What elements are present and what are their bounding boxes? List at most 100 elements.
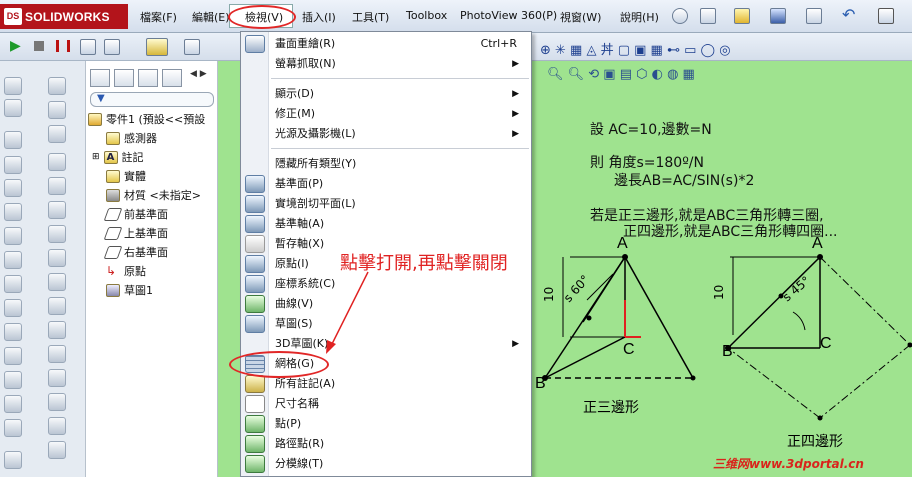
feature-tool-icon[interactable] (4, 99, 22, 117)
menu-item-lights-cameras[interactable]: 光源及攝影機(L) ▶ (275, 124, 525, 144)
print-icon[interactable] (806, 8, 822, 24)
menu-item-screen-capture[interactable]: 螢幕抓取(N) ▶ (275, 54, 525, 74)
smart-dimension-icon[interactable] (184, 39, 200, 55)
tree-item-right-plane[interactable]: 右基準面 (103, 244, 168, 260)
menu-item-hide-all-types[interactable]: 隱藏所有類型(Y) (275, 154, 525, 174)
sketch-feature-icon[interactable] (48, 345, 66, 363)
sketch-feature-icon[interactable] (48, 225, 66, 243)
menu-item-modify[interactable]: 修正(M) ▶ (275, 104, 525, 124)
menu-file[interactable]: 檔案(F) (140, 9, 177, 25)
stop-icon[interactable] (34, 41, 44, 51)
sketch-feature-icon[interactable] (48, 77, 66, 95)
sq-point-a[interactable] (817, 254, 823, 260)
feature-tool-icon[interactable] (4, 419, 22, 437)
tab-scroll-arrows-icon[interactable]: ◀ ▶ (190, 69, 207, 79)
tree-item-sensors[interactable]: 感測器 (106, 130, 157, 146)
origin-icon: ↳ (106, 263, 117, 278)
menu-item-points[interactable]: 點(P) (275, 414, 525, 434)
new-document-icon[interactable] (700, 8, 716, 24)
feature-tool-icon[interactable] (4, 227, 22, 245)
feature-tool-icon[interactable] (4, 299, 22, 317)
line-bc[interactable] (544, 336, 626, 379)
menu-item-display[interactable]: 顯示(D) ▶ (275, 84, 525, 104)
feature-tool-icon[interactable] (4, 179, 22, 197)
feature-tool-icon[interactable] (4, 251, 22, 269)
sketch-feature-icon[interactable] (48, 297, 66, 315)
sketch-feature-icon[interactable] (48, 441, 66, 459)
dim-10[interactable]: 10 (542, 287, 556, 302)
menu-insert[interactable]: 插入(I) (302, 9, 336, 25)
sq-construction-point[interactable] (817, 415, 823, 421)
menu-toolbox[interactable]: Toolbox (406, 9, 447, 22)
construction-point[interactable] (690, 375, 696, 381)
tree-item-origin[interactable]: ↳ 原點 (106, 263, 146, 279)
configuration-manager-tab-icon[interactable] (138, 69, 158, 87)
menu-help[interactable]: 說明(H) (620, 9, 659, 25)
sketch-feature-icon[interactable] (48, 201, 66, 219)
select-pointer-icon[interactable] (878, 8, 894, 24)
sensor-icon (106, 131, 120, 145)
sq-angle-45[interactable]: s 45° (780, 273, 813, 304)
menu-item-redraw[interactable]: 畫面重繪(R) Ctrl+R (275, 34, 525, 54)
tree-root-part[interactable]: 零件1 (預設<<預設 (88, 111, 205, 127)
open-folder-icon[interactable] (734, 8, 750, 24)
sketch-feature-icon[interactable] (48, 321, 66, 339)
tree-item-sketch1[interactable]: 草圖1 (106, 282, 153, 298)
menu-item-all-annotations[interactable]: 所有註記(A) (275, 374, 525, 394)
feature-tool-icon[interactable] (4, 131, 22, 149)
menu-edit[interactable]: 編輯(E) (192, 9, 230, 25)
tree-item-material[interactable]: 材質 <未指定> (106, 187, 201, 203)
sketch-feature-icon[interactable] (48, 101, 66, 119)
pin-icon[interactable] (672, 8, 688, 24)
edit-macro-icon[interactable] (104, 39, 120, 55)
sketch-feature-icon[interactable] (48, 153, 66, 171)
save-icon[interactable] (770, 8, 786, 24)
midpoint[interactable] (586, 315, 592, 321)
solidworks-logo[interactable]: DS SOLIDWORKS (0, 4, 128, 29)
feature-tool-icon[interactable] (4, 323, 22, 341)
macro-icon[interactable] (80, 39, 96, 55)
feature-tool-icon[interactable] (4, 77, 22, 95)
menu-item-axes[interactable]: 基準軸(A) (275, 214, 525, 234)
menu-item-planes[interactable]: 基準面(P) (275, 174, 525, 194)
undo-icon[interactable]: ↶ (842, 7, 858, 24)
sketch-feature-icon[interactable] (48, 273, 66, 291)
tree-filter-input[interactable]: ▼ (90, 92, 214, 107)
menu-item-live-section-planes[interactable]: 實境剖切平面(L) (275, 194, 525, 214)
expand-plus-icon[interactable]: ⊞ (92, 152, 100, 162)
sketch-feature-icon[interactable] (48, 393, 66, 411)
feature-manager-tab-icon[interactable] (90, 69, 110, 87)
dimxpert-tab-icon[interactable] (162, 69, 182, 87)
feature-tool-icon[interactable] (4, 156, 22, 174)
sketch-feature-icon[interactable] (48, 369, 66, 387)
pause-record-icon[interactable] (56, 40, 70, 52)
point-a[interactable] (622, 254, 628, 260)
tree-item-front-plane[interactable]: 前基準面 (103, 206, 168, 222)
sketch-feature-icon[interactable] (48, 177, 66, 195)
sketch-feature-icon[interactable] (48, 249, 66, 267)
menu-item-dimension-names[interactable]: 尺寸名稱 (275, 394, 525, 414)
tree-item-top-plane[interactable]: 上基準面 (103, 225, 168, 241)
property-manager-tab-icon[interactable] (114, 69, 134, 87)
play-icon[interactable]: ▶ (10, 38, 21, 54)
sketch-feature-icon[interactable] (48, 125, 66, 143)
sketch-tool-icon[interactable] (146, 38, 168, 56)
feature-tool-icon[interactable] (4, 347, 22, 365)
sq-dim-10[interactable]: 10 (712, 285, 726, 300)
feature-tool-icon[interactable] (4, 395, 22, 413)
menu-item-label: 實境剖切平面(L) (275, 197, 356, 210)
menu-item-parting-lines[interactable]: 分模線(T) (275, 454, 525, 474)
view-tools-icon[interactable]: 🔍︎ 🔍︎ ⟲ ▣ ▤ ⬡ ◐ ◍ ▦ (547, 67, 695, 82)
feature-tool-icon[interactable] (4, 203, 22, 221)
tree-item-bodies[interactable]: 實體 (106, 168, 146, 184)
menu-photoview[interactable]: PhotoView 360(P) (460, 9, 557, 22)
feature-tool-icon[interactable] (4, 371, 22, 389)
menu-tools[interactable]: 工具(T) (352, 9, 389, 25)
circle-tool-icon[interactable]: ⊕ ✳ ▦ ◬ 丼 ▢ ▣ ▦ ⊷ ▭ ◯ ◎ (540, 39, 731, 58)
tree-item-annotations[interactable]: ⊞ A 註記 (92, 149, 144, 165)
menu-item-route-points[interactable]: 路徑點(R) (275, 434, 525, 454)
menu-window[interactable]: 視窗(W) (560, 9, 601, 25)
sketch-feature-icon[interactable] (48, 417, 66, 435)
feature-tool-icon[interactable] (4, 275, 22, 293)
feature-tool-icon[interactable] (4, 451, 22, 469)
